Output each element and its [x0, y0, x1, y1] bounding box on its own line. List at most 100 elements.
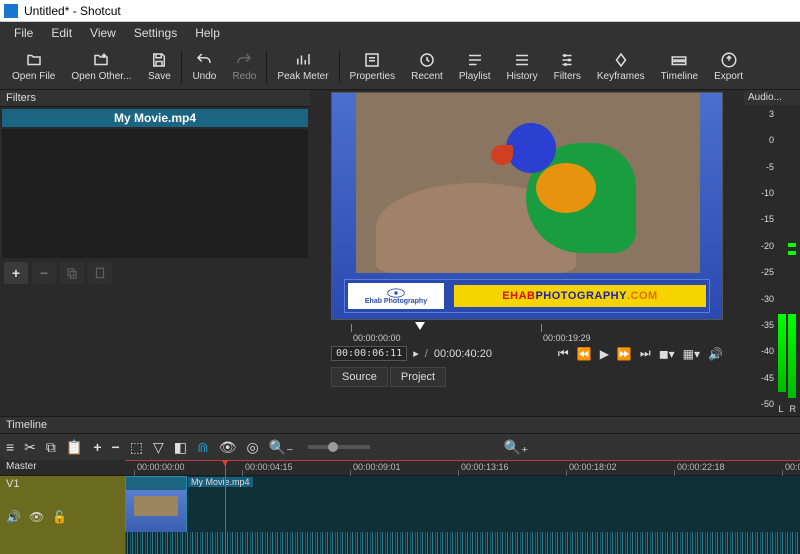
- timeline-playhead[interactable]: [225, 460, 226, 554]
- tl-split-icon[interactable]: ▽: [153, 439, 164, 456]
- tl-cut-icon[interactable]: ✂: [24, 439, 36, 456]
- window-title: Untitled* - Shotcut: [24, 4, 121, 18]
- open-other-button[interactable]: Open Other...: [63, 45, 139, 89]
- timeline-header: Timeline: [0, 416, 800, 434]
- history-button[interactable]: History: [499, 45, 546, 89]
- properties-button[interactable]: Properties: [342, 45, 404, 89]
- filters-list[interactable]: [2, 129, 308, 258]
- paste-filter-button[interactable]: [88, 262, 112, 284]
- tl-zoom-out-icon[interactable]: 🔍₋: [269, 439, 294, 456]
- keyframes-button[interactable]: Keyframes: [589, 45, 653, 89]
- redo-button[interactable]: Redo: [224, 45, 264, 89]
- export-button[interactable]: Export: [706, 45, 751, 89]
- audio-channel-l: L: [778, 404, 783, 414]
- audio-level-label: -50: [761, 399, 774, 409]
- timeline-ruler-label: 00:00:22:18: [677, 462, 725, 472]
- tl-scrub-icon[interactable]: 👁: [219, 439, 237, 456]
- clip-name: My Movie.mp4: [188, 477, 253, 487]
- preview-playhead[interactable]: [415, 322, 425, 330]
- skip-start-icon[interactable]: ⏮: [558, 346, 569, 361]
- tl-insert-icon[interactable]: ◧: [174, 439, 187, 456]
- timecode-stepper-icon[interactable]: ▸: [413, 347, 419, 360]
- track-row-v1[interactable]: My Movie.mp4: [125, 476, 800, 554]
- menu-settings[interactable]: Settings: [126, 24, 185, 42]
- menu-help[interactable]: Help: [187, 24, 228, 42]
- audio-level-label: -20: [761, 241, 774, 251]
- ruler-mid-label: 00:00:19:29: [543, 333, 591, 343]
- titlebar: Untitled* - Shotcut: [0, 0, 800, 22]
- audio-level-label: -5: [766, 162, 774, 172]
- tl-append-icon[interactable]: +: [93, 439, 101, 455]
- tl-overwrite-icon[interactable]: ⬚: [130, 439, 143, 456]
- clip-waveform: [125, 532, 800, 554]
- tl-ripple-icon[interactable]: ◎: [246, 439, 258, 456]
- play-icon[interactable]: ▶: [600, 347, 609, 361]
- main-toolbar: Open File Open Other... Save Undo Redo P…: [0, 44, 800, 90]
- audio-header: Audio...: [744, 90, 800, 105]
- timeline-panel: Timeline ≡ ✂ ⧉ 📋 + − ⬚ ▽ ◧ ⋒ 👁 ◎ 🔍₋ 🔍₊ M…: [0, 416, 800, 554]
- rewind-icon[interactable]: ⏪: [577, 347, 592, 361]
- track-hide-icon[interactable]: 👁: [29, 510, 44, 524]
- audio-level-label: -25: [761, 267, 774, 277]
- filters-panel: Filters My Movie.mp4 + −: [0, 90, 310, 416]
- audio-scale: 30-5-10-15-20-25-30-35-40-45-50: [746, 109, 798, 398]
- tab-project[interactable]: Project: [390, 367, 446, 387]
- transport-bar: 00:00:06:11 ▸ / 00:00:40:20 ⏮ ⏪ ▶ ⏩ ⏭ ◼▾…: [331, 346, 723, 361]
- preview-canvas[interactable]: Ehab Photography EHABPHOTOGRAPHY.COM: [331, 92, 723, 320]
- menu-edit[interactable]: Edit: [43, 24, 80, 42]
- copy-filter-button[interactable]: [60, 262, 84, 284]
- audio-meter-r: [788, 314, 796, 398]
- overlay-banner: Ehab Photography EHABPHOTOGRAPHY.COM: [344, 279, 710, 313]
- undo-button[interactable]: Undo: [184, 45, 224, 89]
- filters-button[interactable]: Filters: [546, 45, 589, 89]
- audio-level-label: -40: [761, 346, 774, 356]
- timeline-toolbar: ≡ ✂ ⧉ 📋 + − ⬚ ▽ ◧ ⋒ 👁 ◎ 🔍₋ 🔍₊: [0, 434, 800, 460]
- grid-icon[interactable]: ▦▾: [683, 347, 700, 361]
- current-timecode[interactable]: 00:00:06:11: [331, 346, 407, 361]
- clip-thumbnail: [126, 490, 186, 532]
- menu-view[interactable]: View: [82, 24, 124, 42]
- overlay-url: EHABPHOTOGRAPHY.COM: [454, 285, 706, 307]
- filters-header: Filters: [0, 90, 310, 107]
- track-mute-icon[interactable]: 🔊: [6, 510, 21, 524]
- skip-end-icon[interactable]: ⏭: [640, 346, 651, 361]
- tl-remove-icon[interactable]: −: [112, 439, 120, 455]
- forward-icon[interactable]: ⏩: [617, 347, 632, 361]
- timeline-ruler-label: 00:00:13:16: [461, 462, 509, 472]
- timeline-button[interactable]: Timeline: [653, 45, 706, 89]
- tab-source[interactable]: Source: [331, 367, 388, 387]
- timeline-ruler-label: 00:00:18:02: [569, 462, 617, 472]
- timeline-ruler-label: 00:00:27:: [785, 462, 800, 472]
- tl-zoom-slider[interactable]: [308, 445, 370, 449]
- timeline-tracks[interactable]: 00:00:00:0000:00:04:1500:00:09:0100:00:1…: [125, 460, 800, 554]
- tl-copy-icon[interactable]: ⧉: [46, 439, 56, 456]
- peak-meter-button[interactable]: Peak Meter: [269, 45, 336, 89]
- open-file-button[interactable]: Open File: [4, 45, 63, 89]
- tl-snap-icon[interactable]: ⋒: [197, 439, 209, 456]
- tl-paste-icon[interactable]: 📋: [66, 439, 83, 456]
- save-button[interactable]: Save: [139, 45, 179, 89]
- overlay-logo: Ehab Photography: [348, 283, 444, 309]
- tl-menu-icon[interactable]: ≡: [6, 439, 14, 455]
- volume-icon[interactable]: 🔊: [708, 347, 723, 361]
- preview-ruler[interactable]: 00:00:00:00 00:00:19:29: [331, 324, 723, 344]
- audio-level-label: -15: [761, 214, 774, 224]
- clip-my-movie[interactable]: My Movie.mp4: [125, 476, 187, 532]
- timeline-master[interactable]: Master: [0, 460, 125, 476]
- menubar: File Edit View Settings Help: [0, 22, 800, 44]
- audio-level-label: -30: [761, 294, 774, 304]
- audio-channel-r: R: [790, 404, 797, 414]
- track-head-v1[interactable]: V1 🔊 👁 🔓: [0, 476, 125, 554]
- playlist-button[interactable]: Playlist: [451, 45, 499, 89]
- total-timecode: 00:00:40:20: [434, 348, 492, 360]
- zoom-mode-icon[interactable]: ◼▾: [659, 347, 675, 361]
- remove-filter-button[interactable]: −: [32, 262, 56, 284]
- menu-file[interactable]: File: [6, 24, 41, 42]
- tl-zoom-in-icon[interactable]: 🔍₊: [504, 439, 529, 456]
- add-filter-button[interactable]: +: [4, 262, 28, 284]
- filters-selected-clip[interactable]: My Movie.mp4: [2, 109, 308, 127]
- audio-peak-l: [788, 243, 796, 247]
- track-lock-icon[interactable]: 🔓: [52, 510, 67, 524]
- recent-button[interactable]: Recent: [403, 45, 451, 89]
- audio-level-label: -10: [761, 188, 774, 198]
